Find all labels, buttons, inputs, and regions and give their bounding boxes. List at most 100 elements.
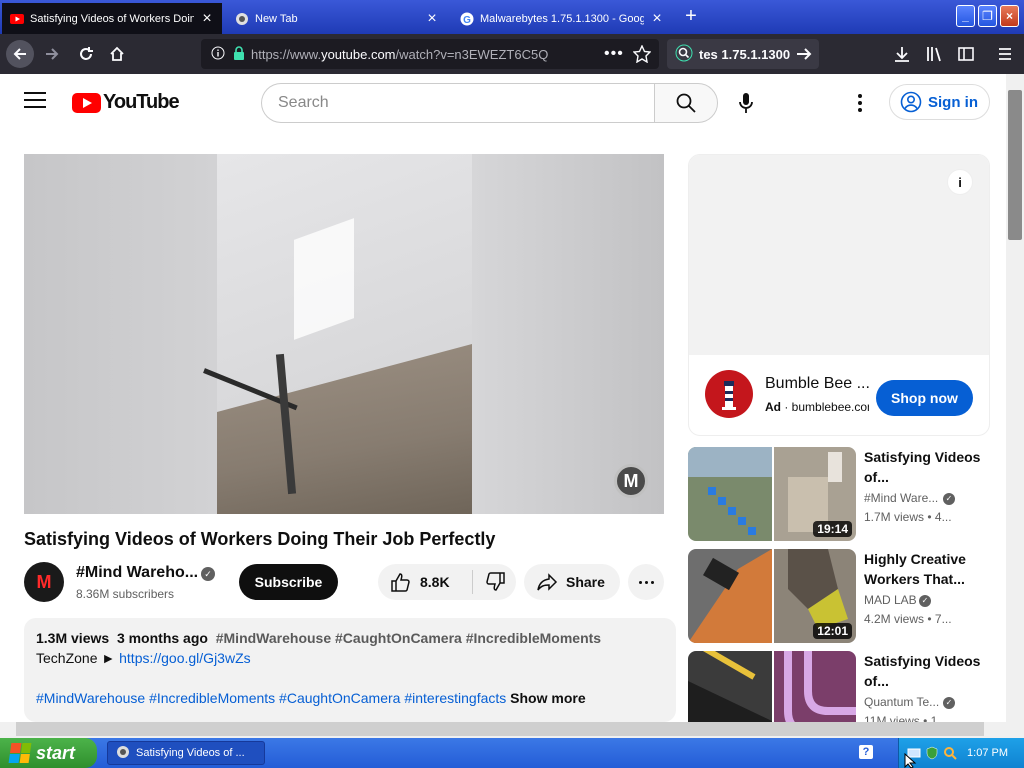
search-tray-icon[interactable] bbox=[943, 746, 957, 763]
youtube-play-icon bbox=[72, 92, 101, 113]
info-icon[interactable] bbox=[211, 46, 225, 63]
restore-button[interactable]: ❐ bbox=[978, 5, 997, 27]
share-icon bbox=[537, 573, 558, 591]
start-label: start bbox=[36, 742, 76, 763]
close-tab-icon[interactable]: × bbox=[425, 10, 439, 26]
search-button[interactable] bbox=[654, 83, 718, 123]
channel-watermark[interactable]: M bbox=[614, 464, 648, 498]
reload-button[interactable] bbox=[72, 40, 100, 68]
ad-logo[interactable] bbox=[705, 370, 753, 418]
security-shield-icon[interactable] bbox=[925, 746, 939, 763]
home-button[interactable] bbox=[103, 40, 131, 68]
sign-in-button[interactable]: Sign in bbox=[889, 84, 990, 120]
channel-avatar-letter: M bbox=[36, 571, 52, 592]
video-player[interactable]: M bbox=[24, 154, 664, 514]
upload-age: 3 months ago bbox=[116, 630, 208, 646]
close-tab-icon[interactable]: × bbox=[200, 10, 214, 26]
tab-google-search[interactable]: G Malwarebytes 1.75.1.1300 - Google Sear… bbox=[452, 3, 672, 34]
recommendation-channel[interactable]: MAD LAB bbox=[864, 593, 944, 607]
subscriber-count: 8.36M subscribers bbox=[76, 587, 175, 601]
scrollbar-thumb[interactable] bbox=[1008, 90, 1022, 240]
youtube-wordmark: YouTube bbox=[103, 91, 180, 113]
like-button[interactable]: 8.8K bbox=[378, 564, 472, 600]
firefox-favicon-icon bbox=[235, 12, 249, 26]
hashtag-line[interactable]: #MindWarehouse #CaughtOnCamera #Incredib… bbox=[216, 630, 601, 646]
ad-image[interactable] bbox=[689, 155, 989, 355]
library-icon bbox=[927, 47, 941, 62]
subscribe-button[interactable]: Subscribe bbox=[239, 564, 338, 600]
recommendation-title[interactable]: Satisfying Videos of... bbox=[864, 651, 982, 691]
lock-icon bbox=[233, 45, 245, 63]
tab-youtube[interactable]: Satisfying Videos of Workers Doing Their… bbox=[2, 3, 222, 34]
verified-badge-icon: ✓ bbox=[943, 697, 955, 709]
taskbar-window-label: Satisfying Videos of ... bbox=[136, 747, 245, 759]
recommendation-item[interactable]: 19:14 Satisfying Videos of... #Mind Ware… bbox=[688, 447, 990, 541]
recommendation-views: 1.7M views • 4... bbox=[864, 510, 952, 524]
share-label: Share bbox=[566, 574, 605, 590]
sidebar-ad[interactable]: i Bumble Bee ... Ad · bumblebee.com Shop… bbox=[688, 154, 990, 436]
youtube-page: YouTube Search Sign in M Satisfying Vide… bbox=[0, 74, 1006, 722]
search-extension-icon bbox=[675, 44, 693, 65]
home-icon bbox=[110, 46, 124, 61]
video-thumbnail[interactable]: 12:01 bbox=[688, 549, 856, 643]
horizontal-scrollbar[interactable] bbox=[16, 722, 984, 736]
page-actions-icon[interactable]: ••• bbox=[604, 45, 624, 63]
description-box[interactable]: 1.3M views 3 months ago #MindWarehouse #… bbox=[24, 618, 676, 722]
start-button[interactable]: start bbox=[0, 738, 97, 768]
app-menu-button[interactable] bbox=[991, 40, 1019, 68]
more-actions-button[interactable] bbox=[628, 564, 664, 600]
voice-search-button[interactable] bbox=[733, 90, 759, 116]
forward-button[interactable] bbox=[38, 40, 66, 68]
recommendation-title[interactable]: Highly Creative Workers That... bbox=[864, 549, 982, 589]
address-bar[interactable]: https://www.youtube.com/watch?v=n3EWEZT6… bbox=[201, 39, 659, 69]
ad-info-icon[interactable]: i bbox=[947, 169, 973, 195]
guide-menu-icon[interactable] bbox=[24, 92, 46, 110]
recommendation-item[interactable]: 12:01 Highly Creative Workers That... MA… bbox=[688, 549, 990, 643]
downloads-button[interactable] bbox=[888, 40, 916, 68]
vertical-scrollbar[interactable] bbox=[1006, 74, 1024, 722]
ad-title[interactable]: Bumble Bee ... bbox=[765, 375, 869, 393]
recommendation-title[interactable]: Satisfying Videos of... bbox=[864, 447, 982, 487]
close-window-button[interactable]: × bbox=[1000, 5, 1019, 27]
recommendation-views: 11M views • 1... bbox=[864, 714, 948, 722]
minimize-button[interactable]: _ bbox=[956, 5, 975, 27]
youtube-logo[interactable]: YouTube bbox=[72, 91, 180, 114]
description-link[interactable]: https://goo.gl/Gj3wZs bbox=[119, 650, 251, 666]
back-button[interactable] bbox=[6, 40, 34, 68]
video-frame-left bbox=[24, 154, 217, 514]
video-thumbnail[interactable]: 19:14 bbox=[688, 447, 856, 541]
description-hashtags[interactable]: #MindWarehouse #IncredibleMoments #Caugh… bbox=[36, 690, 506, 706]
dislike-button[interactable] bbox=[473, 564, 516, 600]
share-button[interactable]: Share bbox=[524, 564, 620, 600]
recommendation-item[interactable]: Satisfying Videos of... Quantum Te... ✓ … bbox=[688, 651, 990, 722]
like-dislike-group: 8.8K bbox=[378, 564, 516, 600]
video-thumbnail[interactable] bbox=[688, 651, 856, 722]
verified-badge-icon: ✓ bbox=[943, 493, 955, 505]
sidebar-button[interactable] bbox=[952, 40, 980, 68]
shop-now-button[interactable]: Shop now bbox=[876, 380, 973, 416]
recommendation-channel[interactable]: Quantum Te... bbox=[864, 695, 944, 709]
show-more-button[interactable]: Show more bbox=[510, 690, 585, 706]
sidebar-icon bbox=[958, 47, 974, 61]
bookmark-star-icon[interactable] bbox=[632, 44, 652, 66]
channel-avatar[interactable]: M bbox=[24, 562, 64, 602]
close-tab-icon[interactable]: × bbox=[650, 10, 664, 26]
arrow-right-icon[interactable] bbox=[795, 45, 813, 66]
windows-flag-icon bbox=[8, 743, 32, 763]
tab-new-tab[interactable]: New Tab × bbox=[227, 3, 447, 34]
new-tab-button[interactable]: + bbox=[680, 6, 702, 28]
settings-more-icon[interactable] bbox=[850, 92, 870, 114]
channel-name[interactable]: #Mind Wareho... bbox=[76, 564, 198, 582]
help-icon[interactable]: ? bbox=[859, 745, 873, 759]
youtube-header: YouTube Search Sign in bbox=[0, 74, 1006, 130]
search-input[interactable]: Search bbox=[261, 83, 655, 123]
library-button[interactable] bbox=[920, 40, 948, 68]
taskbar-window-button[interactable]: Satisfying Videos of ... bbox=[107, 741, 265, 765]
video-frame-center bbox=[217, 154, 472, 514]
clock[interactable]: 1:07 PM bbox=[967, 747, 1008, 759]
youtube-favicon-icon bbox=[10, 12, 24, 26]
techzone-label: TechZone ► bbox=[36, 650, 116, 666]
extension-search-bar[interactable]: tes 1.75.1.1300 bbox=[667, 39, 819, 69]
recommendation-channel[interactable]: #Mind Ware... bbox=[864, 491, 944, 505]
like-count: 8.8K bbox=[420, 574, 450, 590]
